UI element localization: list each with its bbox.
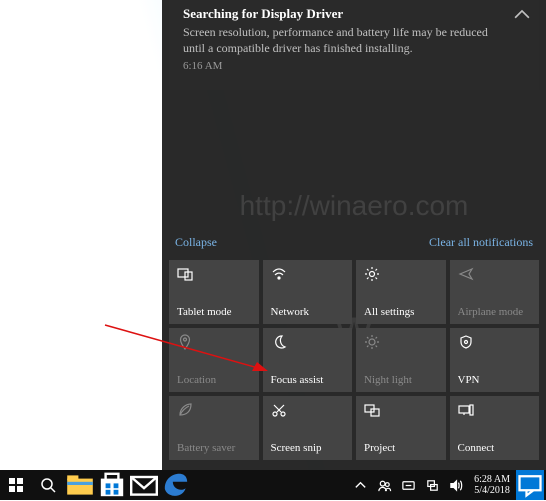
notification-body: Screen resolution, performance and batte… bbox=[183, 24, 505, 56]
project-icon bbox=[364, 402, 438, 418]
snip-icon bbox=[271, 402, 345, 418]
tile-label: All settings bbox=[364, 306, 438, 318]
tile-vpn[interactable]: VPN bbox=[450, 328, 540, 392]
tile-connect[interactable]: Connect bbox=[450, 396, 540, 460]
taskbar-app-edge[interactable] bbox=[160, 470, 192, 500]
tile-label: Tablet mode bbox=[177, 306, 251, 318]
tile-all-settings[interactable]: All settings bbox=[356, 260, 446, 324]
taskbar-app-store[interactable] bbox=[96, 470, 128, 500]
tile-label: Network bbox=[271, 306, 345, 318]
action-center-panel: Searching for Display Driver Screen reso… bbox=[162, 0, 546, 470]
wifi-icon bbox=[271, 266, 345, 282]
tile-label: Connect bbox=[458, 442, 532, 454]
tile-battery-saver[interactable]: Battery saver bbox=[169, 396, 259, 460]
tile-night-light[interactable]: Night light bbox=[356, 328, 446, 392]
start-button[interactable] bbox=[0, 470, 32, 500]
clear-all-link[interactable]: Clear all notifications bbox=[429, 235, 533, 250]
volume-icon[interactable] bbox=[444, 470, 468, 500]
tile-label: Airplane mode bbox=[458, 306, 532, 318]
moon-icon bbox=[271, 334, 345, 350]
location-icon bbox=[177, 334, 251, 350]
collapse-link[interactable]: Collapse bbox=[175, 235, 217, 250]
clock-date: 5/4/2018 bbox=[474, 485, 510, 497]
tile-label: Battery saver bbox=[177, 442, 251, 454]
vpn-icon bbox=[458, 334, 532, 350]
tablet-icon bbox=[177, 266, 251, 282]
leaf-icon bbox=[177, 402, 251, 418]
tray-overflow-icon[interactable] bbox=[348, 470, 372, 500]
tile-screen-snip[interactable]: Screen snip bbox=[263, 396, 353, 460]
taskbar-clock[interactable]: 6:28 AM 5/4/2018 bbox=[468, 474, 516, 497]
notification-title: Searching for Display Driver bbox=[183, 6, 505, 22]
taskbar-app-mail[interactable] bbox=[128, 470, 160, 500]
people-icon[interactable] bbox=[372, 470, 396, 500]
gear-icon bbox=[364, 266, 438, 282]
airplane-icon bbox=[458, 266, 532, 282]
taskbar: 6:28 AM 5/4/2018 bbox=[0, 470, 546, 500]
tile-network[interactable]: Network bbox=[263, 260, 353, 324]
network-icon[interactable] bbox=[420, 470, 444, 500]
notification-time: 6:16 AM bbox=[183, 60, 505, 72]
tile-focus-assist[interactable]: Focus assist bbox=[263, 328, 353, 392]
connect-icon bbox=[458, 402, 532, 418]
tile-location[interactable]: Location bbox=[169, 328, 259, 392]
quick-action-tiles: Tablet mode Network All settings Airplane m… bbox=[169, 260, 539, 460]
search-icon[interactable] bbox=[32, 470, 64, 500]
tile-label: Focus assist bbox=[271, 374, 345, 386]
tile-label: Screen snip bbox=[271, 442, 345, 454]
tile-project[interactable]: Project bbox=[356, 396, 446, 460]
tile-label: Project bbox=[364, 442, 438, 454]
sun-icon bbox=[364, 334, 438, 350]
watermark-text: http://winaero.com bbox=[240, 190, 469, 222]
action-center-button[interactable] bbox=[516, 470, 544, 500]
clock-time: 6:28 AM bbox=[474, 474, 510, 486]
chevron-up-icon[interactable] bbox=[511, 4, 533, 26]
quick-actions-area: Collapse Clear all notifications Tablet … bbox=[169, 235, 539, 460]
tile-tablet-mode[interactable]: Tablet mode bbox=[169, 260, 259, 324]
input-icon[interactable] bbox=[396, 470, 420, 500]
tile-label: Night light bbox=[364, 374, 438, 386]
tile-label: VPN bbox=[458, 374, 532, 386]
tile-airplane-mode[interactable]: Airplane mode bbox=[450, 260, 540, 324]
notification-card[interactable]: Searching for Display Driver Screen reso… bbox=[169, 0, 539, 90]
taskbar-app-explorer[interactable] bbox=[64, 470, 96, 500]
tile-label: Location bbox=[177, 374, 251, 386]
